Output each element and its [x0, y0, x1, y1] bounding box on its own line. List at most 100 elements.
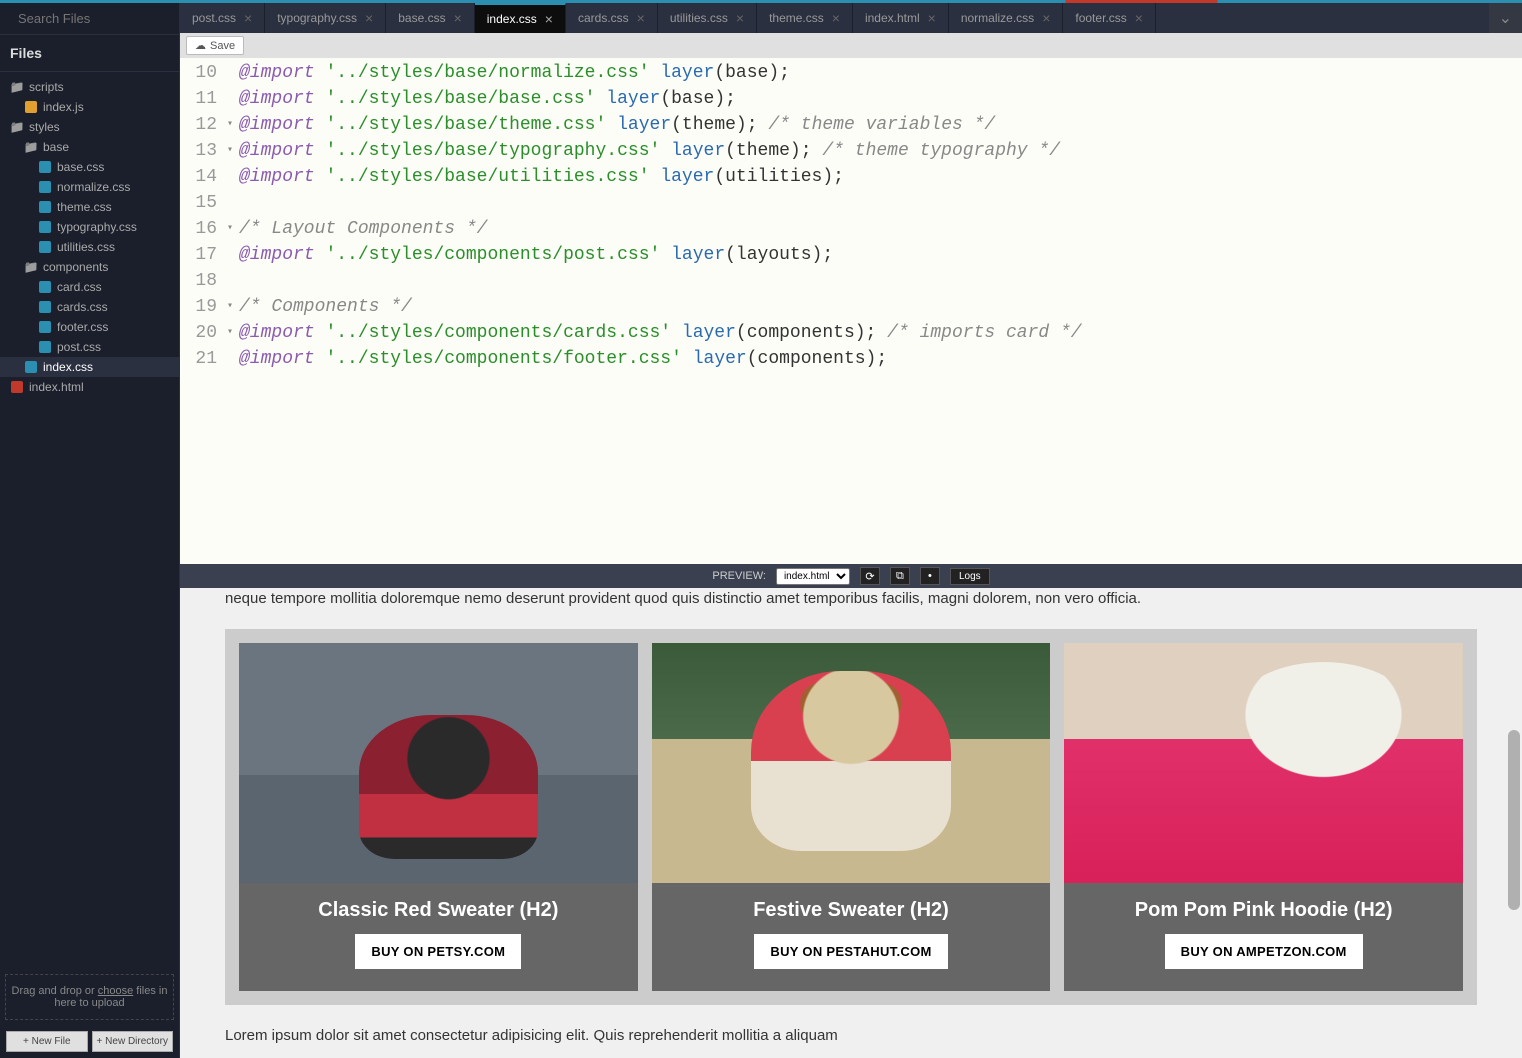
tree-item-styles[interactable]: 📁styles	[0, 117, 179, 137]
search-input[interactable]	[18, 11, 194, 26]
code-line[interactable]: 15	[180, 190, 1522, 216]
code-text[interactable]	[225, 190, 1522, 216]
card-title: Pom Pom Pink Hoodie (H2)	[1127, 883, 1401, 934]
code-text[interactable]: @import '../styles/components/post.css' …	[225, 242, 1522, 268]
close-icon[interactable]: ×	[545, 11, 553, 27]
line-number: 16▾	[180, 216, 225, 242]
save-button[interactable]: ☁ Save	[186, 36, 244, 55]
fold-icon[interactable]: ▾	[227, 138, 233, 164]
tree-item-theme-css[interactable]: theme.css	[0, 197, 179, 217]
tree-item-label: index.html	[29, 380, 84, 394]
code-text[interactable]	[225, 268, 1522, 294]
open-external-icon[interactable]: ⧉	[890, 567, 910, 585]
indicator-icon[interactable]: •	[920, 567, 940, 585]
tab-footer-css[interactable]: footer.css×	[1063, 3, 1156, 33]
code-line[interactable]: 18	[180, 268, 1522, 294]
close-icon[interactable]: ×	[1042, 10, 1050, 26]
close-icon[interactable]: ×	[928, 10, 936, 26]
tab-cards-css[interactable]: cards.css ×	[566, 3, 658, 33]
tree-item-base[interactable]: 📁base	[0, 137, 179, 157]
tree-item-index-html[interactable]: index.html	[0, 377, 179, 397]
code-text[interactable]: @import '../styles/base/typography.css' …	[225, 138, 1522, 164]
preview-bar: PREVIEW: index.html ⟳ ⧉ • Logs	[180, 564, 1522, 588]
tab-base-css[interactable]: base.css ×	[386, 3, 475, 33]
tab-post-css[interactable]: post.css×	[180, 3, 265, 33]
code-text[interactable]: /* Components */	[225, 294, 1522, 320]
tab-label: index.html	[865, 11, 920, 25]
code-line[interactable]: 13▾@import '../styles/base/typography.cs…	[180, 138, 1522, 164]
folder-icon: 📁	[24, 260, 38, 274]
tree-item-label: scripts	[29, 80, 64, 94]
close-icon[interactable]: ×	[1135, 10, 1143, 26]
close-icon[interactable]: ×	[454, 10, 462, 26]
preview-file-select[interactable]: index.html	[776, 568, 850, 585]
tabs-overflow-icon[interactable]: ⌄	[1489, 3, 1522, 33]
search-bar[interactable]	[0, 3, 179, 35]
tree-item-components[interactable]: 📁components	[0, 257, 179, 277]
buy-button[interactable]: BUY ON AMPETZON.COM	[1165, 934, 1363, 969]
code-line[interactable]: 11@import '../styles/base/base.css' laye…	[180, 86, 1522, 112]
tree-item-label: base.css	[57, 160, 104, 174]
code-line[interactable]: 12▾@import '../styles/base/theme.css' la…	[180, 112, 1522, 138]
code-line[interactable]: 14@import '../styles/base/utilities.css'…	[180, 164, 1522, 190]
tree-item-label: typography.css	[57, 220, 137, 234]
tree-item-index-css[interactable]: index.css	[0, 357, 179, 377]
tab-label: cards.css	[578, 11, 629, 25]
save-label: Save	[210, 40, 235, 52]
buy-button[interactable]: BUY ON PESTAHUT.COM	[754, 934, 947, 969]
code-text[interactable]: /* Layout Components */	[225, 216, 1522, 242]
code-line[interactable]: 17@import '../styles/components/post.css…	[180, 242, 1522, 268]
code-line[interactable]: 16▾/* Layout Components */	[180, 216, 1522, 242]
fold-icon[interactable]: ▾	[227, 216, 233, 242]
fold-icon[interactable]: ▾	[227, 112, 233, 138]
new-file-button[interactable]: + New File	[6, 1031, 88, 1052]
tab-index-css[interactable]: index.css ×	[475, 3, 566, 33]
tree-item-post-css[interactable]: post.css	[0, 337, 179, 357]
tree-item-base-css[interactable]: base.css	[0, 157, 179, 177]
close-icon[interactable]: ×	[244, 10, 252, 26]
tab-theme-css[interactable]: theme.css×	[757, 3, 853, 33]
preview-scrollbar[interactable]	[1508, 590, 1520, 1056]
tree-item-typography-css[interactable]: typography.css	[0, 217, 179, 237]
code-editor[interactable]: 10@import '../styles/base/normalize.css'…	[180, 58, 1522, 564]
drop-zone[interactable]: Drag and drop or choose files in here to…	[5, 974, 174, 1020]
code-text[interactable]: @import '../styles/components/cards.css'…	[225, 320, 1522, 346]
tree-item-cards-css[interactable]: cards.css	[0, 297, 179, 317]
new-directory-button[interactable]: + New Directory	[92, 1031, 174, 1052]
code-line[interactable]: 10@import '../styles/base/normalize.css'…	[180, 60, 1522, 86]
code-text[interactable]: @import '../styles/base/utilities.css' l…	[225, 164, 1522, 190]
preview-label: PREVIEW:	[712, 570, 766, 582]
fold-icon[interactable]: ▾	[227, 294, 233, 320]
code-text[interactable]: @import '../styles/components/footer.css…	[225, 346, 1522, 372]
close-icon[interactable]: ×	[736, 10, 744, 26]
logs-button[interactable]: Logs	[950, 568, 990, 585]
tab-normalize-css[interactable]: normalize.css×	[949, 3, 1064, 33]
tree-item-utilities-css[interactable]: utilities.css	[0, 237, 179, 257]
code-line[interactable]: 20▾@import '../styles/components/cards.c…	[180, 320, 1522, 346]
tab-label: index.css	[487, 12, 537, 26]
fold-icon[interactable]: ▾	[227, 320, 233, 346]
tree-item-index-js[interactable]: index.js	[0, 97, 179, 117]
close-icon[interactable]: ×	[832, 10, 840, 26]
refresh-icon[interactable]: ⟳	[860, 567, 880, 585]
tree-item-scripts[interactable]: 📁scripts	[0, 77, 179, 97]
tree-item-card-css[interactable]: card.css	[0, 277, 179, 297]
code-text[interactable]: @import '../styles/base/normalize.css' l…	[225, 60, 1522, 86]
preview-pane[interactable]: neque tempore mollitia doloremque nemo d…	[180, 588, 1522, 1058]
code-line[interactable]: 19▾/* Components */	[180, 294, 1522, 320]
scrollbar-thumb[interactable]	[1508, 730, 1520, 910]
choose-files-link[interactable]: choose	[98, 985, 133, 997]
tab-typography-css[interactable]: typography.css×	[265, 3, 386, 33]
buy-button[interactable]: BUY ON PETSY.COM	[355, 934, 521, 969]
code-line[interactable]: 21@import '../styles/components/footer.c…	[180, 346, 1522, 372]
tree-item-footer-css[interactable]: footer.css	[0, 317, 179, 337]
tree-item-normalize-css[interactable]: normalize.css	[0, 177, 179, 197]
tab-label: base.css	[398, 11, 445, 25]
css-file-icon	[38, 200, 52, 214]
code-text[interactable]: @import '../styles/base/theme.css' layer…	[225, 112, 1522, 138]
code-text[interactable]: @import '../styles/base/base.css' layer(…	[225, 86, 1522, 112]
tab-utilities-css[interactable]: utilities.css×	[658, 3, 757, 33]
close-icon[interactable]: ×	[637, 10, 645, 26]
tab-index-html[interactable]: index.html ×	[853, 3, 949, 33]
close-icon[interactable]: ×	[365, 10, 373, 26]
